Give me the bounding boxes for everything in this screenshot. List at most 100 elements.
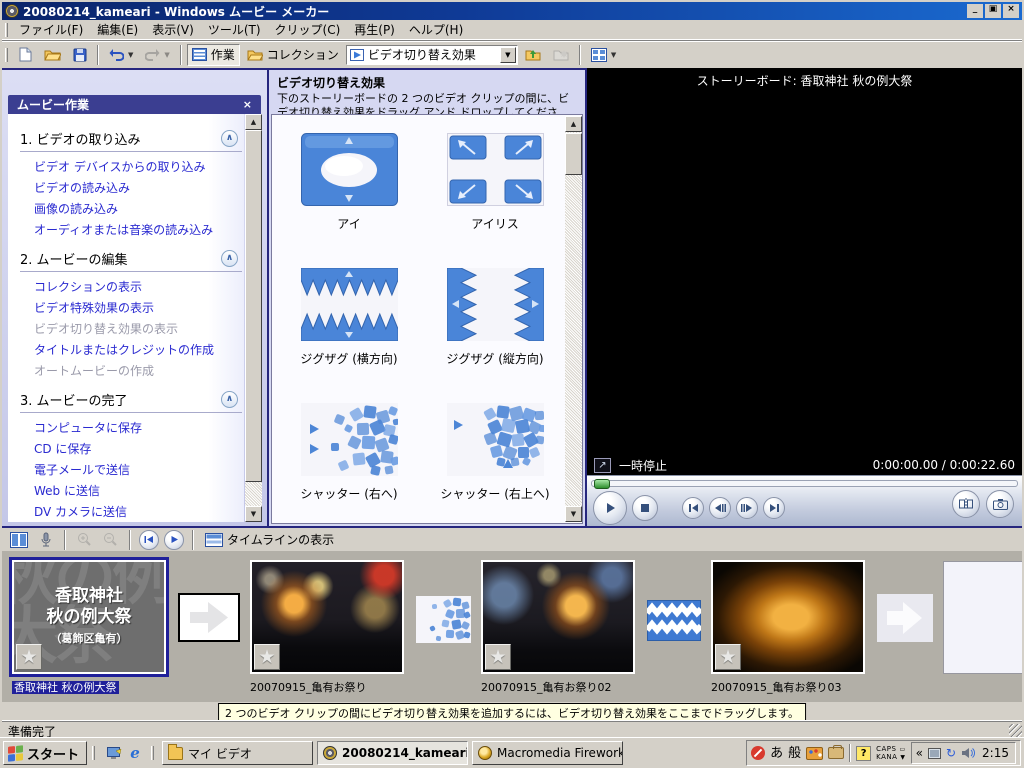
play-button[interactable] bbox=[593, 491, 627, 525]
undo-button[interactable]: ▼ bbox=[104, 44, 138, 66]
task-pane-link[interactable]: Web に送信 bbox=[34, 482, 244, 499]
toolbar-grip[interactable] bbox=[5, 23, 8, 37]
antivirus-tray-icon[interactable] bbox=[751, 746, 765, 760]
menu-item[interactable]: クリップ(C) bbox=[268, 19, 348, 40]
clip-thumbnail[interactable]: ★ bbox=[711, 560, 865, 674]
save-project-button[interactable] bbox=[68, 44, 92, 66]
task-pane-link[interactable]: コレクションの表示 bbox=[34, 278, 244, 295]
close-button-icon[interactable]: × bbox=[1003, 4, 1019, 18]
taskbar-button[interactable]: Macromedia Fireworks 8... bbox=[472, 741, 623, 765]
transition-item[interactable]: ジグザグ (横方向) bbox=[300, 268, 397, 367]
views-dropdown-icon[interactable]: ▼ bbox=[611, 51, 616, 59]
play-storyboard-button[interactable] bbox=[164, 530, 184, 550]
combobox-dropdown-icon[interactable]: ▼ bbox=[500, 47, 516, 63]
views-button[interactable]: ▼ bbox=[586, 44, 621, 66]
menu-item[interactable]: ツール(T) bbox=[201, 19, 268, 40]
task-pane-close-icon[interactable]: × bbox=[243, 98, 252, 111]
task-pane-link[interactable]: タイトルまたはクレジットの作成 bbox=[34, 341, 244, 358]
toolbar-grip[interactable] bbox=[5, 48, 8, 62]
zoom-in-button[interactable] bbox=[74, 531, 95, 548]
menu-item[interactable]: 再生(P) bbox=[347, 19, 402, 40]
transition-item[interactable]: アイ bbox=[301, 133, 398, 232]
ime-input-mode-indicator[interactable]: あ bbox=[770, 747, 783, 760]
task-pane-link[interactable]: 画像の読み込み bbox=[34, 200, 244, 217]
titlebar[interactable]: 20080214_kameari - Windows ムービー メーカー _ ▣… bbox=[2, 2, 1022, 20]
undo-dropdown-icon[interactable]: ▼ bbox=[128, 51, 133, 59]
menu-item[interactable]: 編集(E) bbox=[90, 19, 145, 40]
ime-conversion-mode-indicator[interactable]: 般 bbox=[788, 747, 801, 760]
quick-launch-grip[interactable] bbox=[92, 746, 95, 760]
taskbar-grip[interactable] bbox=[151, 746, 154, 760]
transition-cell-shatter-mini[interactable] bbox=[416, 596, 471, 643]
taskbar-button[interactable]: マイ ビデオ bbox=[162, 741, 313, 765]
next-frame-button[interactable] bbox=[763, 497, 785, 519]
task-pane-link[interactable]: CD に保存 bbox=[34, 440, 244, 457]
ime-palette-tray-icon[interactable] bbox=[806, 747, 823, 760]
seek-bar[interactable] bbox=[591, 480, 1018, 487]
toolbox-tray-icon[interactable] bbox=[828, 747, 844, 759]
task-pane-link[interactable]: コンピュータに保存 bbox=[34, 419, 244, 436]
scrollbar-thumb[interactable] bbox=[245, 130, 262, 482]
storyboard-view-button[interactable] bbox=[7, 531, 31, 549]
split-clip-button[interactable] bbox=[952, 490, 980, 518]
transition-item[interactable]: ジグザグ (縦方向) bbox=[446, 268, 543, 367]
show-desktop-icon[interactable] bbox=[105, 744, 123, 762]
task-pane-link[interactable]: ビデオ特殊効果の表示 bbox=[34, 299, 244, 316]
clip-thumbnail[interactable]: 秋の例大祭香取神社秋の例大祭（葛飾区亀有）★ bbox=[12, 560, 166, 674]
internet-explorer-icon[interactable]: e bbox=[126, 744, 144, 762]
collapse-chevron-icon[interactable]: ∧ bbox=[221, 250, 238, 267]
fullscreen-expand-icon[interactable]: ↗ bbox=[594, 458, 611, 473]
taskbar-button[interactable]: 20080214_kameari -... bbox=[317, 741, 468, 765]
up-one-level-button[interactable] bbox=[520, 44, 546, 66]
display-settings-tray-icon[interactable] bbox=[928, 748, 941, 759]
step-forward-button[interactable] bbox=[736, 497, 758, 519]
transition-item[interactable]: アイリス bbox=[447, 133, 544, 232]
resize-grip[interactable] bbox=[1009, 724, 1022, 737]
clip-thumbnail[interactable]: ★ bbox=[481, 560, 635, 674]
redo-dropdown-icon[interactable]: ▼ bbox=[164, 51, 169, 59]
minimize-button-icon[interactable]: _ bbox=[967, 4, 983, 18]
collapse-chevron-icon[interactable]: ∧ bbox=[221, 391, 238, 408]
transition-cell-zigzag-mini[interactable] bbox=[647, 600, 701, 641]
clip-thumbnail[interactable]: ★ bbox=[250, 560, 404, 674]
transition-item[interactable]: シャッター (右へ) bbox=[300, 403, 397, 502]
scroll-down-icon[interactable]: ▼ bbox=[565, 506, 582, 522]
narrate-timeline-button[interactable] bbox=[36, 531, 56, 549]
tasks-button[interactable]: 作業 bbox=[187, 44, 240, 66]
transition-item[interactable]: シャッター (右上へ) bbox=[440, 403, 549, 502]
menu-item[interactable]: ヘルプ(H) bbox=[402, 19, 470, 40]
transition-cell-arrow-dark[interactable] bbox=[178, 593, 240, 642]
collections-button[interactable]: コレクション bbox=[242, 44, 344, 66]
collapse-chevron-icon[interactable]: ∧ bbox=[221, 130, 238, 147]
rewind-storyboard-button[interactable] bbox=[139, 530, 159, 550]
help-tray-icon[interactable]: ? bbox=[856, 746, 871, 761]
task-pane-link[interactable]: オーディオまたは音楽の読み込み bbox=[34, 221, 244, 238]
scroll-up-icon[interactable]: ▲ bbox=[245, 114, 262, 130]
seek-thumb[interactable] bbox=[594, 479, 610, 489]
scrollbar-thumb[interactable] bbox=[565, 133, 582, 175]
transition-cell-arrow-light[interactable] bbox=[877, 594, 933, 642]
new-collection-folder-button[interactable] bbox=[548, 44, 574, 66]
collection-combobox[interactable]: ビデオ切り替え効果 ▼ bbox=[346, 45, 518, 65]
clock[interactable]: 2:15 bbox=[980, 746, 1011, 760]
redo-button[interactable]: ▼ bbox=[140, 44, 174, 66]
scroll-down-icon[interactable]: ▼ bbox=[245, 506, 262, 522]
new-project-button[interactable] bbox=[14, 44, 37, 66]
scroll-up-icon[interactable]: ▲ bbox=[565, 116, 582, 132]
open-project-button[interactable] bbox=[39, 44, 66, 66]
start-button[interactable]: スタート bbox=[3, 741, 87, 765]
take-picture-button[interactable] bbox=[986, 490, 1014, 518]
zoom-out-button[interactable] bbox=[100, 531, 121, 548]
menu-item[interactable]: ファイル(F) bbox=[12, 19, 90, 40]
task-pane-link[interactable]: ビデオ デバイスからの取り込み bbox=[34, 158, 244, 175]
empty-clip-cell[interactable] bbox=[943, 561, 1022, 674]
tray-collapse-chevron-icon[interactable]: « bbox=[916, 747, 923, 759]
task-pane-link[interactable]: 電子メールで送信 bbox=[34, 461, 244, 478]
task-pane-link[interactable]: ビデオの読み込み bbox=[34, 179, 244, 196]
task-pane-link[interactable]: DV カメラに送信 bbox=[34, 503, 244, 520]
sync-tray-icon[interactable]: ↻ bbox=[946, 747, 956, 759]
transitions-scrollbar[interactable]: ▲ ▼ bbox=[565, 116, 582, 522]
show-timeline-button[interactable]: タイムラインの表示 bbox=[202, 530, 337, 549]
menu-item[interactable]: 表示(V) bbox=[145, 19, 201, 40]
stop-button[interactable] bbox=[632, 495, 658, 521]
